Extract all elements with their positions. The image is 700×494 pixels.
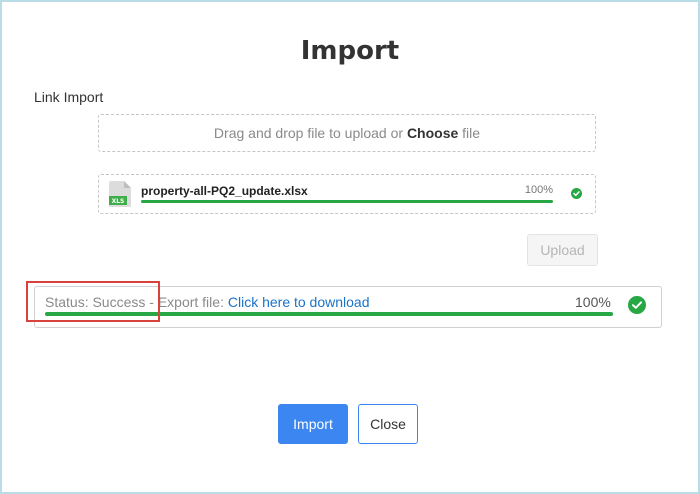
file-progress-bar (141, 200, 553, 203)
xls-icon-label: XLS (112, 198, 125, 205)
check-circle-icon (628, 296, 646, 314)
upload-button[interactable]: Upload (527, 234, 598, 266)
uploaded-file-item: XLS property-all-PQ2_update.xlsx 100% (98, 174, 596, 214)
dropzone-text-suffix: file (458, 125, 481, 141)
dropzone-text: Drag and drop file to upload or (213, 125, 407, 141)
file-name: property-all-PQ2_update.xlsx (141, 184, 308, 198)
choose-file-link[interactable]: Choose (407, 125, 458, 141)
status-progress-percent: 100% (575, 294, 611, 310)
file-progress-fill (141, 200, 553, 203)
close-button[interactable]: Close (358, 404, 418, 444)
dialog-title: Import (300, 36, 400, 66)
status-highlight-box (26, 281, 160, 322)
import-button[interactable]: Import (278, 404, 348, 444)
download-link[interactable]: Click here to download (228, 294, 370, 310)
check-circle-icon (571, 188, 582, 199)
link-import-label: Link Import (34, 89, 104, 105)
file-progress-percent: 100% (524, 184, 553, 196)
xls-file-icon: XLS (109, 181, 131, 207)
file-dropzone[interactable]: Drag and drop file to upload or Choose f… (98, 114, 596, 152)
